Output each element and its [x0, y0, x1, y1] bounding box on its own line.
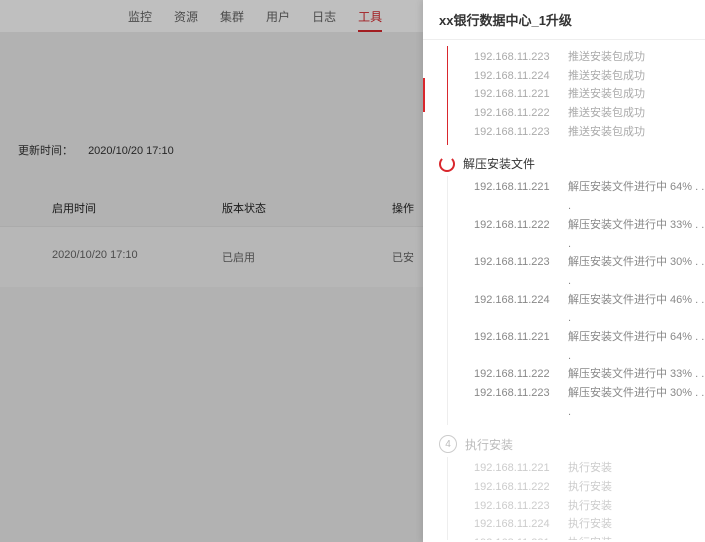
- line-ip: 192.168.11.223: [474, 384, 554, 421]
- step: 192.168.11.223 推送安装包成功 192.168.11.224 推送安装包…: [439, 46, 705, 145]
- cell-version-status: 已启用: [222, 249, 392, 265]
- header-enable-time: 启用时间: [52, 200, 222, 216]
- line-message: 推送安装包成功: [568, 85, 645, 104]
- line-ip: 192.168.11.222: [474, 478, 554, 497]
- line-message: 解压安装文件进行中 64% . . .: [568, 178, 705, 215]
- drawer-title: xx银行数据中心_1升级: [423, 0, 705, 40]
- line-ip: 192.168.11.224: [474, 291, 554, 328]
- step: 解压安装文件192.168.11.221解压安装文件进行中 64% . . .1…: [439, 155, 705, 425]
- drawer-toggle-button[interactable]: ≡: [423, 78, 425, 112]
- line-ip: 192.168.11.223: [474, 497, 554, 516]
- nav-item-0[interactable]: 监控: [128, 8, 152, 32]
- line-ip: 192.168.11.224: [474, 515, 554, 534]
- header-version-status: 版本状态: [222, 200, 392, 216]
- line-message: 执行安装: [568, 534, 612, 540]
- line-message: 推送安装包成功: [568, 48, 645, 67]
- step: 4 执行安装 192.168.11.221 执行安装 192.168.11.222 执行安…: [439, 435, 705, 540]
- nav-item-2[interactable]: 集群: [220, 8, 244, 32]
- step-head: 4 执行安装: [439, 435, 705, 453]
- step-line: 192.168.11.223 解压安装文件进行中 30% . . .: [474, 253, 705, 290]
- step-lines: 192.168.11.221解压安装文件进行中 64% . . .192.168…: [447, 176, 705, 425]
- step-number-badge: 4: [439, 435, 457, 453]
- update-time-value: 2020/10/20 17:10: [88, 145, 174, 157]
- step-line: 192.168.11.221 解压安装文件进行中 64% . . .: [474, 178, 705, 215]
- nav-item-3[interactable]: 用户: [266, 8, 290, 32]
- line-ip: 192.168.11.221: [474, 85, 554, 104]
- step-line: 192.168.11.222 推送安装包成功: [474, 104, 705, 123]
- line-ip: 192.168.11.221: [474, 459, 554, 478]
- step-line: 192.168.11.221 执行安装: [474, 534, 705, 540]
- step-title: 执行安装: [465, 436, 513, 453]
- steps-container: 192.168.11.223 推送安装包成功 192.168.11.224 推送安装包…: [423, 40, 705, 540]
- line-message: 解压安装文件进行中 33% . .: [568, 365, 704, 384]
- step-line: 192.168.11.223 执行安装: [474, 497, 705, 516]
- line-message: 推送安装包成功: [568, 123, 645, 142]
- line-message: 执行安装: [568, 515, 612, 534]
- line-ip: 192.168.11.221: [474, 328, 554, 365]
- line-message: 推送安装包成功: [568, 104, 645, 123]
- line-ip: 192.168.11.222: [474, 216, 554, 253]
- line-ip: 192.168.11.221: [474, 534, 554, 540]
- step-line: 192.168.11.221 解压安装文件进行中 64% . . .: [474, 328, 705, 365]
- line-ip: 192.168.11.222: [474, 104, 554, 123]
- upgrade-drawer: ≡ xx银行数据中心_1升级 192.168.11.223推送安装包成功192.…: [423, 0, 705, 542]
- step-line: 192.168.11.221 执行安装: [474, 459, 705, 478]
- line-message: 解压安装文件进行中 33% . . .: [568, 216, 705, 253]
- cell-enable-time: 2020/10/20 17:10: [52, 249, 222, 265]
- line-ip: 192.168.11.223: [474, 123, 554, 142]
- line-message: 执行安装: [568, 497, 612, 516]
- step-title: 解压安装文件: [463, 155, 535, 172]
- update-time-label: 更新时间：: [18, 145, 73, 157]
- nav-item-1[interactable]: 资源: [174, 8, 198, 32]
- step-line: 192.168.11.222 执行安装: [474, 478, 705, 497]
- line-message: 解压安装文件进行中 46% . . .: [568, 291, 705, 328]
- nav-item-4[interactable]: 日志: [312, 8, 336, 32]
- line-ip: 192.168.11.224: [474, 67, 554, 86]
- line-message: 执行安装: [568, 459, 612, 478]
- step-line: 192.168.11.224 推送安装包成功: [474, 67, 705, 86]
- line-message: 解压安装文件进行中 64% . . .: [568, 328, 705, 365]
- line-message: 执行安装: [568, 478, 612, 497]
- step-lines: 192.168.11.223 推送安装包成功 192.168.11.224 推送安装包…: [447, 46, 705, 145]
- step-line: 192.168.11.224 执行安装: [474, 515, 705, 534]
- step-line: 192.168.11.223 解压安装文件进行中 30% . . .: [474, 384, 705, 421]
- line-ip: 192.168.11.223: [474, 48, 554, 67]
- step-lines: 192.168.11.221执行安装192.168.11.222执行安装192.…: [447, 457, 705, 540]
- step-head: 解压安装文件: [439, 155, 705, 172]
- line-ip: 192.168.11.222: [474, 365, 554, 384]
- line-message: 解压安装文件进行中 30% . . .: [568, 253, 705, 290]
- step-line: 192.168.11.223 推送安装包成功: [474, 48, 705, 67]
- step-line: 192.168.11.222 解压安装文件进行中 33% . .: [474, 365, 705, 384]
- line-message: 推送安装包成功: [568, 67, 645, 86]
- step-line: 192.168.11.224 解压安装文件进行中 46% . . .: [474, 291, 705, 328]
- step-line: 192.168.11.221 推送安装包成功: [474, 85, 705, 104]
- line-ip: 192.168.11.221: [474, 178, 554, 215]
- step-line: 192.168.11.222 解压安装文件进行中 33% . . .: [474, 216, 705, 253]
- line-ip: 192.168.11.223: [474, 253, 554, 290]
- step-line: 192.168.11.223 推送安装包成功: [474, 123, 705, 142]
- line-message: 解压安装文件进行中 30% . . .: [568, 384, 705, 421]
- spinner-icon: [439, 156, 455, 172]
- nav-item-5[interactable]: 工具: [358, 8, 382, 32]
